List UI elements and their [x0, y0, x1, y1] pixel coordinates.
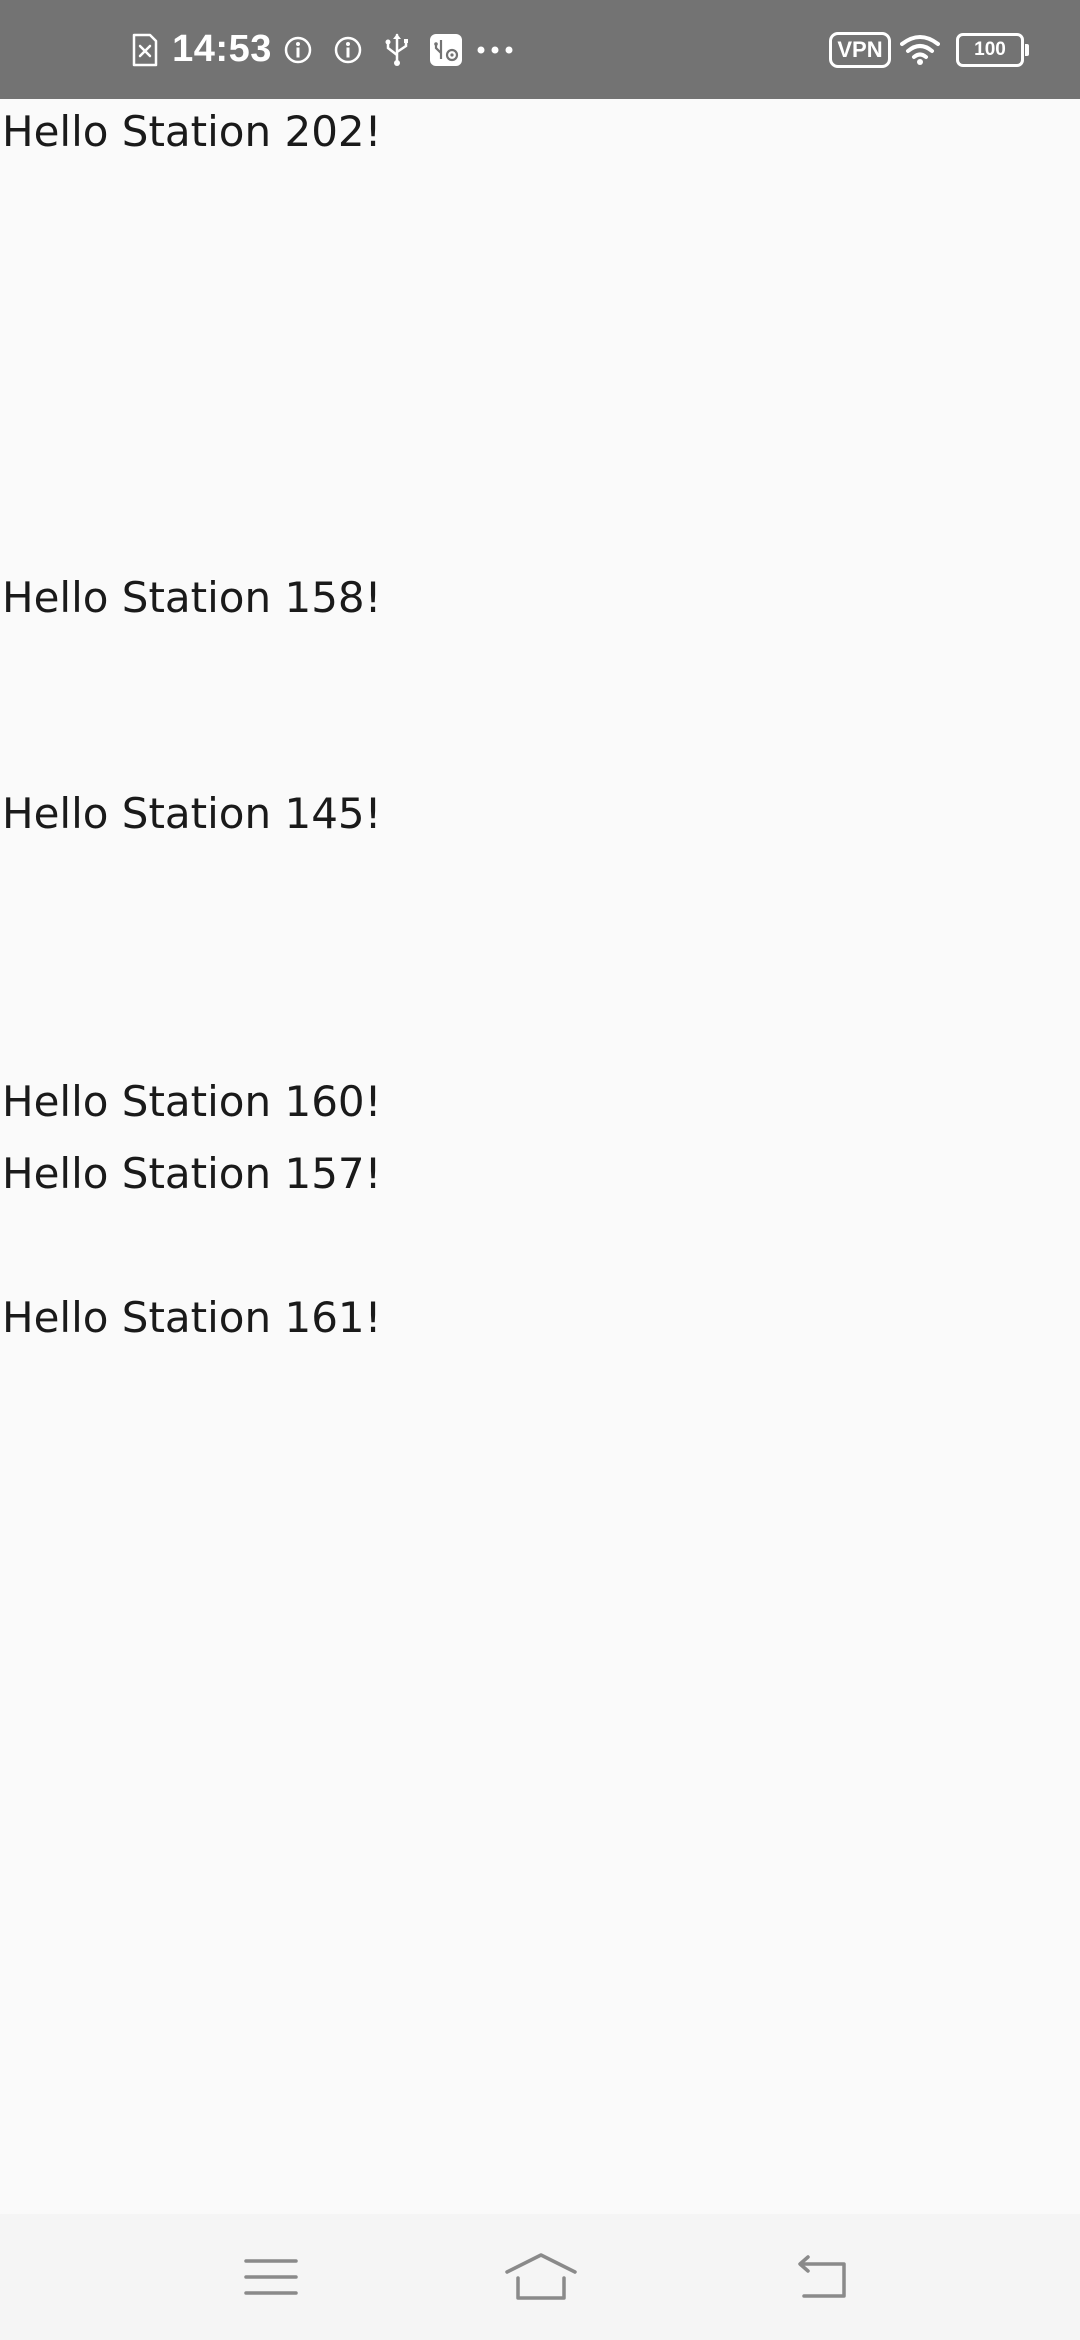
station-label: Hello Station 161!: [2, 1293, 382, 1342]
menu-icon: [244, 2259, 298, 2295]
info-icon: [332, 0, 364, 99]
vpn-label: VPN: [829, 31, 891, 68]
status-bar: 14:53 VPN 100: [0, 0, 1080, 99]
battery-icon: 100: [952, 0, 1029, 99]
back-button[interactable]: [762, 2214, 882, 2340]
station-label: Hello Station 157!: [2, 1149, 382, 1198]
usb-settings-icon: [428, 0, 464, 99]
time-text: 14:53: [172, 28, 272, 70]
battery-outline: 100: [956, 32, 1029, 67]
station-label: Hello Station 145!: [2, 789, 382, 838]
usb-icon: [380, 0, 414, 99]
more-dots-icon: [476, 0, 514, 99]
navigation-bar: [0, 2214, 1080, 2340]
home-button[interactable]: [481, 2214, 601, 2340]
back-icon: [798, 2255, 846, 2298]
clock: 14:53: [170, 0, 274, 99]
station-label: Hello Station 160!: [2, 1077, 382, 1126]
menu-button[interactable]: [211, 2214, 331, 2340]
vpn-icon: VPN: [829, 0, 891, 99]
battery-level: 100: [974, 38, 1006, 60]
info-icon: [282, 0, 314, 99]
sim-error-icon: [130, 0, 160, 99]
home-icon: [505, 2253, 577, 2300]
wifi-icon: [898, 0, 942, 99]
station-label: Hello Station 158!: [2, 573, 382, 622]
station-label: Hello Station 202!: [2, 107, 382, 156]
